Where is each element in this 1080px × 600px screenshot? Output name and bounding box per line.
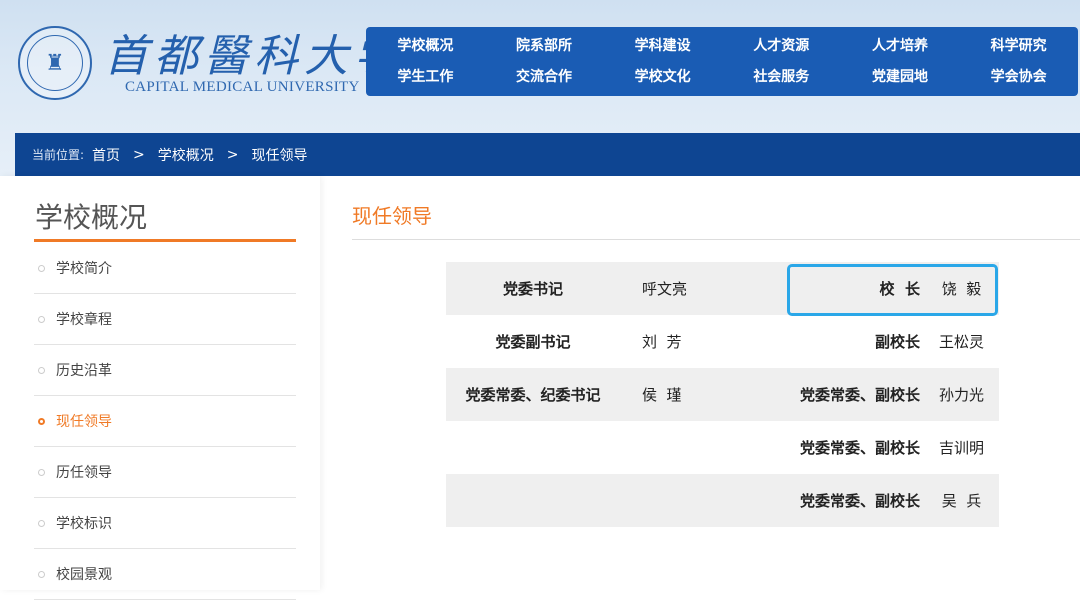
sidebar-item[interactable]: 历史沿革 xyxy=(34,345,296,396)
nav-item[interactable]: 院系部所 xyxy=(485,35,604,64)
leader-name[interactable]: 孙力光 xyxy=(924,384,999,405)
nav-item[interactable]: 社会服务 xyxy=(722,66,841,95)
sidebar-item[interactable]: 学校章程 xyxy=(34,294,296,345)
nav-item[interactable]: 学校概况 xyxy=(366,35,485,64)
position: 党委常委、纪委书记 xyxy=(465,386,601,404)
sidebar-item[interactable]: 学校简介 xyxy=(34,243,296,294)
title-divider xyxy=(352,239,1080,240)
bullet-icon xyxy=(38,366,45,374)
bullet-icon xyxy=(38,315,45,323)
nav-item[interactable]: 学科建设 xyxy=(603,35,722,64)
leader-name[interactable]: 吴 兵 xyxy=(924,490,999,511)
sidebar-item-label: 历史沿革 xyxy=(56,363,112,379)
breadcrumb-overview[interactable]: 学校概况 xyxy=(158,145,214,165)
sidebar-item-label: 学校标识 xyxy=(56,516,112,532)
sidebar-title-underline xyxy=(34,239,296,242)
page-title: 现任领导 xyxy=(352,204,432,228)
breadcrumb-home[interactable]: 首页 xyxy=(92,145,120,165)
nav-item[interactable]: 交流合作 xyxy=(485,66,604,95)
sidebar-item-label: 学校简介 xyxy=(56,261,112,277)
university-seal-logo[interactable]: ♜ xyxy=(18,26,92,100)
bullet-icon xyxy=(38,264,45,272)
breadcrumb-separator: > xyxy=(226,146,239,163)
torch-icon: ♜ xyxy=(27,35,83,91)
sidebar-item[interactable]: 历任领导 xyxy=(34,447,296,498)
table-row: 党委副书记 刘 芳 副校长 王松灵 xyxy=(446,315,999,368)
header: ♜ 首都醫科大学 CAPITAL MEDICAL UNIVERSITY 学校概况… xyxy=(0,0,1080,176)
leader-name[interactable]: 吉训明 xyxy=(924,437,999,458)
logo-chinese-name[interactable]: 首都醫科大学 xyxy=(104,20,404,84)
bullet-icon xyxy=(38,519,45,527)
bullet-icon xyxy=(38,570,45,578)
leader-name[interactable]: 侯 瑾 xyxy=(620,384,742,405)
nav-item[interactable]: 学生工作 xyxy=(366,66,485,95)
position: 副校长 xyxy=(874,333,920,351)
sidebar-item-active[interactable]: 现任领导 xyxy=(34,396,296,447)
position: 党委常委、副校长 xyxy=(799,386,920,404)
breadcrumb-current[interactable]: 现任领导 xyxy=(252,145,308,165)
sidebar-item-label: 校园景观 xyxy=(56,567,112,583)
position: 党委书记 xyxy=(502,280,563,298)
highlight-box xyxy=(787,264,998,316)
sidebar-item[interactable]: 校园景观 xyxy=(34,549,296,600)
nav-item[interactable]: 人才资源 xyxy=(722,35,841,64)
bullet-icon xyxy=(38,417,45,425)
nav-item[interactable]: 学会协会 xyxy=(959,66,1078,95)
sidebar-list: 学校简介 学校章程 历史沿革 现任领导 历任领导 学校标识 校园景观 xyxy=(34,243,296,600)
breadcrumb-separator: > xyxy=(133,146,145,163)
sidebar-item-label: 现任领导 xyxy=(56,414,112,430)
sidebar-item-label: 历任领导 xyxy=(56,465,112,481)
breadcrumb-label: 当前位置: xyxy=(32,148,85,162)
nav-item[interactable]: 学校文化 xyxy=(603,66,722,95)
position: 党委常委、副校长 xyxy=(799,439,920,457)
table-row: 党委常委、副校长吴 兵 xyxy=(446,474,999,527)
logo-english-name[interactable]: CAPITAL MEDICAL UNIVERSITY xyxy=(125,79,360,96)
top-nav: 学校概况 院系部所 学科建设 人才资源 人才培养 科学研究 学生工作 交流合作 … xyxy=(366,27,1078,96)
bullet-icon xyxy=(38,468,45,476)
nav-item[interactable]: 人才培养 xyxy=(841,35,960,64)
table-row: 党委常委、纪委书记 侯 瑾 党委常委、副校长 孙力光 xyxy=(446,368,999,421)
leader-name[interactable]: 刘 芳 xyxy=(620,331,742,352)
nav-item[interactable]: 党建园地 xyxy=(841,66,960,95)
leader-name[interactable]: 王松灵 xyxy=(924,331,999,352)
leader-name[interactable]: 呼文亮 xyxy=(620,278,742,299)
position: 党委副书记 xyxy=(495,333,571,351)
sidebar-title: 学校概况 xyxy=(35,201,148,234)
table-row: 党委常委、副校长 吉训明 xyxy=(446,421,999,474)
breadcrumb: 当前位置: 首页 > 学校概况 > 现任领导 xyxy=(15,133,1080,176)
sidebar-item[interactable]: 学校标识 xyxy=(34,498,296,549)
position: 党委常委、副校长 xyxy=(799,492,920,510)
nav-item[interactable]: 科学研究 xyxy=(959,35,1078,64)
sidebar-item-label: 学校章程 xyxy=(56,312,112,328)
